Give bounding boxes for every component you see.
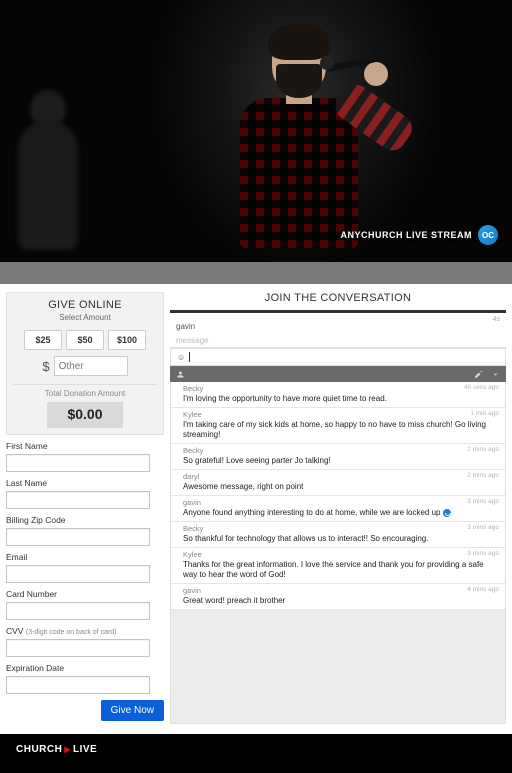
email-input[interactable] xyxy=(6,565,150,583)
last-name-input[interactable] xyxy=(6,491,150,509)
exp-input[interactable] xyxy=(6,676,150,694)
currency-symbol: $ xyxy=(42,359,49,374)
amount-50-button[interactable]: $50 xyxy=(66,330,104,350)
amount-row: $25 $50 $100 xyxy=(13,330,157,350)
message-time: 3 mins ago xyxy=(467,498,499,505)
video-player[interactable]: ANYCHURCH LIVE STREAM OC xyxy=(0,0,512,262)
amount-100-button[interactable]: $100 xyxy=(108,330,146,350)
last-name-label: Last Name xyxy=(6,478,164,488)
chat-message-list[interactable]: Becky40 secs agoI'm loving the opportuni… xyxy=(170,382,506,724)
chat-my-name: gavin xyxy=(176,322,195,331)
give-title: GIVE ONLINE xyxy=(13,299,157,311)
divider-band xyxy=(0,262,512,284)
background-figure xyxy=(18,120,78,250)
brand-logo: CHURCH ▶ LIVE xyxy=(16,744,496,755)
message-body: I'm loving the opportunity to have more … xyxy=(183,394,499,404)
message-user: Becky xyxy=(183,384,499,393)
content-row: GIVE ONLINE Select Amount $25 $50 $100 $… xyxy=(0,284,512,734)
message-user: Kylee xyxy=(183,550,499,559)
stream-badge: OC xyxy=(478,225,498,245)
chat-message: gavin4 mins ago Great word! preach it bro… xyxy=(171,584,505,610)
chat-placeholder: message xyxy=(176,336,500,345)
brand-right: LIVE xyxy=(73,744,97,755)
first-name-input[interactable] xyxy=(6,454,150,472)
chat-message: gavin3 mins ago Anyone found anything int… xyxy=(171,496,505,522)
chat-compose[interactable]: ☺ xyxy=(170,348,506,366)
text-cursor xyxy=(189,352,190,362)
message-time: 4 mins ago xyxy=(467,586,499,593)
chevron-down-icon[interactable] xyxy=(491,370,500,379)
first-name-label: First Name xyxy=(6,441,164,451)
chat-message: Becky3 mins ago So thankful for technolog… xyxy=(171,522,505,548)
message-time: 2 mins ago xyxy=(467,472,499,479)
give-now-button[interactable]: Give Now xyxy=(101,700,164,721)
message-time: 40 secs ago xyxy=(464,384,499,391)
chat-message: Becky40 secs ago I'm loving the opportuni… xyxy=(171,382,505,408)
cvv-input[interactable] xyxy=(6,639,150,657)
message-time: 3 mins ago xyxy=(467,524,499,531)
message-time: 2 mins ago xyxy=(467,446,499,453)
person-icon[interactable] xyxy=(176,370,185,379)
exp-label: Expiration Date xyxy=(6,663,164,673)
amount-25-button[interactable]: $25 xyxy=(24,330,62,350)
chat-message: Kylee3 mins ago Thanks for the great info… xyxy=(171,548,505,584)
chat-toolbar xyxy=(170,366,506,382)
email-label: Email xyxy=(6,552,164,562)
give-subtitle: Select Amount xyxy=(13,313,157,322)
message-body: So grateful! Love seeing parter Jo talki… xyxy=(183,456,499,466)
chat-identity: gavin 4s message xyxy=(170,310,506,348)
message-body: Anyone found anything interesting to do … xyxy=(183,508,499,518)
emoji-icon[interactable]: ☺ xyxy=(177,353,185,362)
chat-column: JOIN THE CONVERSATION gavin 4s message ☺… xyxy=(170,292,506,724)
zip-label: Billing Zip Code xyxy=(6,515,164,525)
message-time: 3 mins ago xyxy=(467,550,499,557)
brand-left: CHURCH xyxy=(16,744,62,755)
footer: CHURCH ▶ LIVE xyxy=(0,734,512,773)
other-amount-row: $ xyxy=(13,356,157,376)
give-card: GIVE ONLINE Select Amount $25 $50 $100 $… xyxy=(6,292,164,435)
chat-title: JOIN THE CONVERSATION xyxy=(170,292,506,304)
stream-overlay-label: ANYCHURCH LIVE STREAM xyxy=(340,230,472,240)
message-user: Becky xyxy=(183,446,499,455)
total-value: $0.00 xyxy=(67,406,102,422)
play-icon: ▶ xyxy=(64,745,71,754)
message-body: Awesome message, right on point xyxy=(183,482,499,492)
chat-message: daryl2 mins ago Awesome message, right on… xyxy=(171,470,505,496)
singer-figure xyxy=(230,20,370,240)
message-body: Thanks for the great information. I love… xyxy=(183,560,499,580)
donation-form: First Name Last Name Billing Zip Code Em… xyxy=(6,441,164,721)
message-user: Kylee xyxy=(183,410,499,419)
message-body: Great word! preach it brother xyxy=(183,596,499,606)
chat-message: Becky2 mins ago So grateful! Love seeing … xyxy=(171,444,505,470)
chat-message: Kylee1 min ago I'm taking care of my sick… xyxy=(171,408,505,444)
card-label: Card Number xyxy=(6,589,164,599)
message-user: Becky xyxy=(183,524,499,533)
other-amount-input[interactable] xyxy=(54,356,128,376)
chat-my-age: 4s xyxy=(493,316,500,323)
zip-input[interactable] xyxy=(6,528,150,546)
message-time: 1 min ago xyxy=(470,410,499,417)
cvv-label: CVV (3-digit code on back of card) xyxy=(6,626,164,636)
message-user: gavin xyxy=(183,498,499,507)
message-body: I'm taking care of my sick kids at home,… xyxy=(183,420,499,440)
message-user: gavin xyxy=(183,586,499,595)
total-label: Total Donation Amount xyxy=(13,389,157,398)
smile-icon xyxy=(443,509,451,517)
video-scene xyxy=(0,0,512,262)
card-input[interactable] xyxy=(6,602,150,620)
message-body: So thankful for technology that allows u… xyxy=(183,534,499,544)
edit-icon[interactable] xyxy=(474,370,483,379)
message-user: daryl xyxy=(183,472,499,481)
total-box: $0.00 xyxy=(47,402,123,428)
give-column: GIVE ONLINE Select Amount $25 $50 $100 $… xyxy=(6,292,164,724)
divider xyxy=(13,384,157,385)
